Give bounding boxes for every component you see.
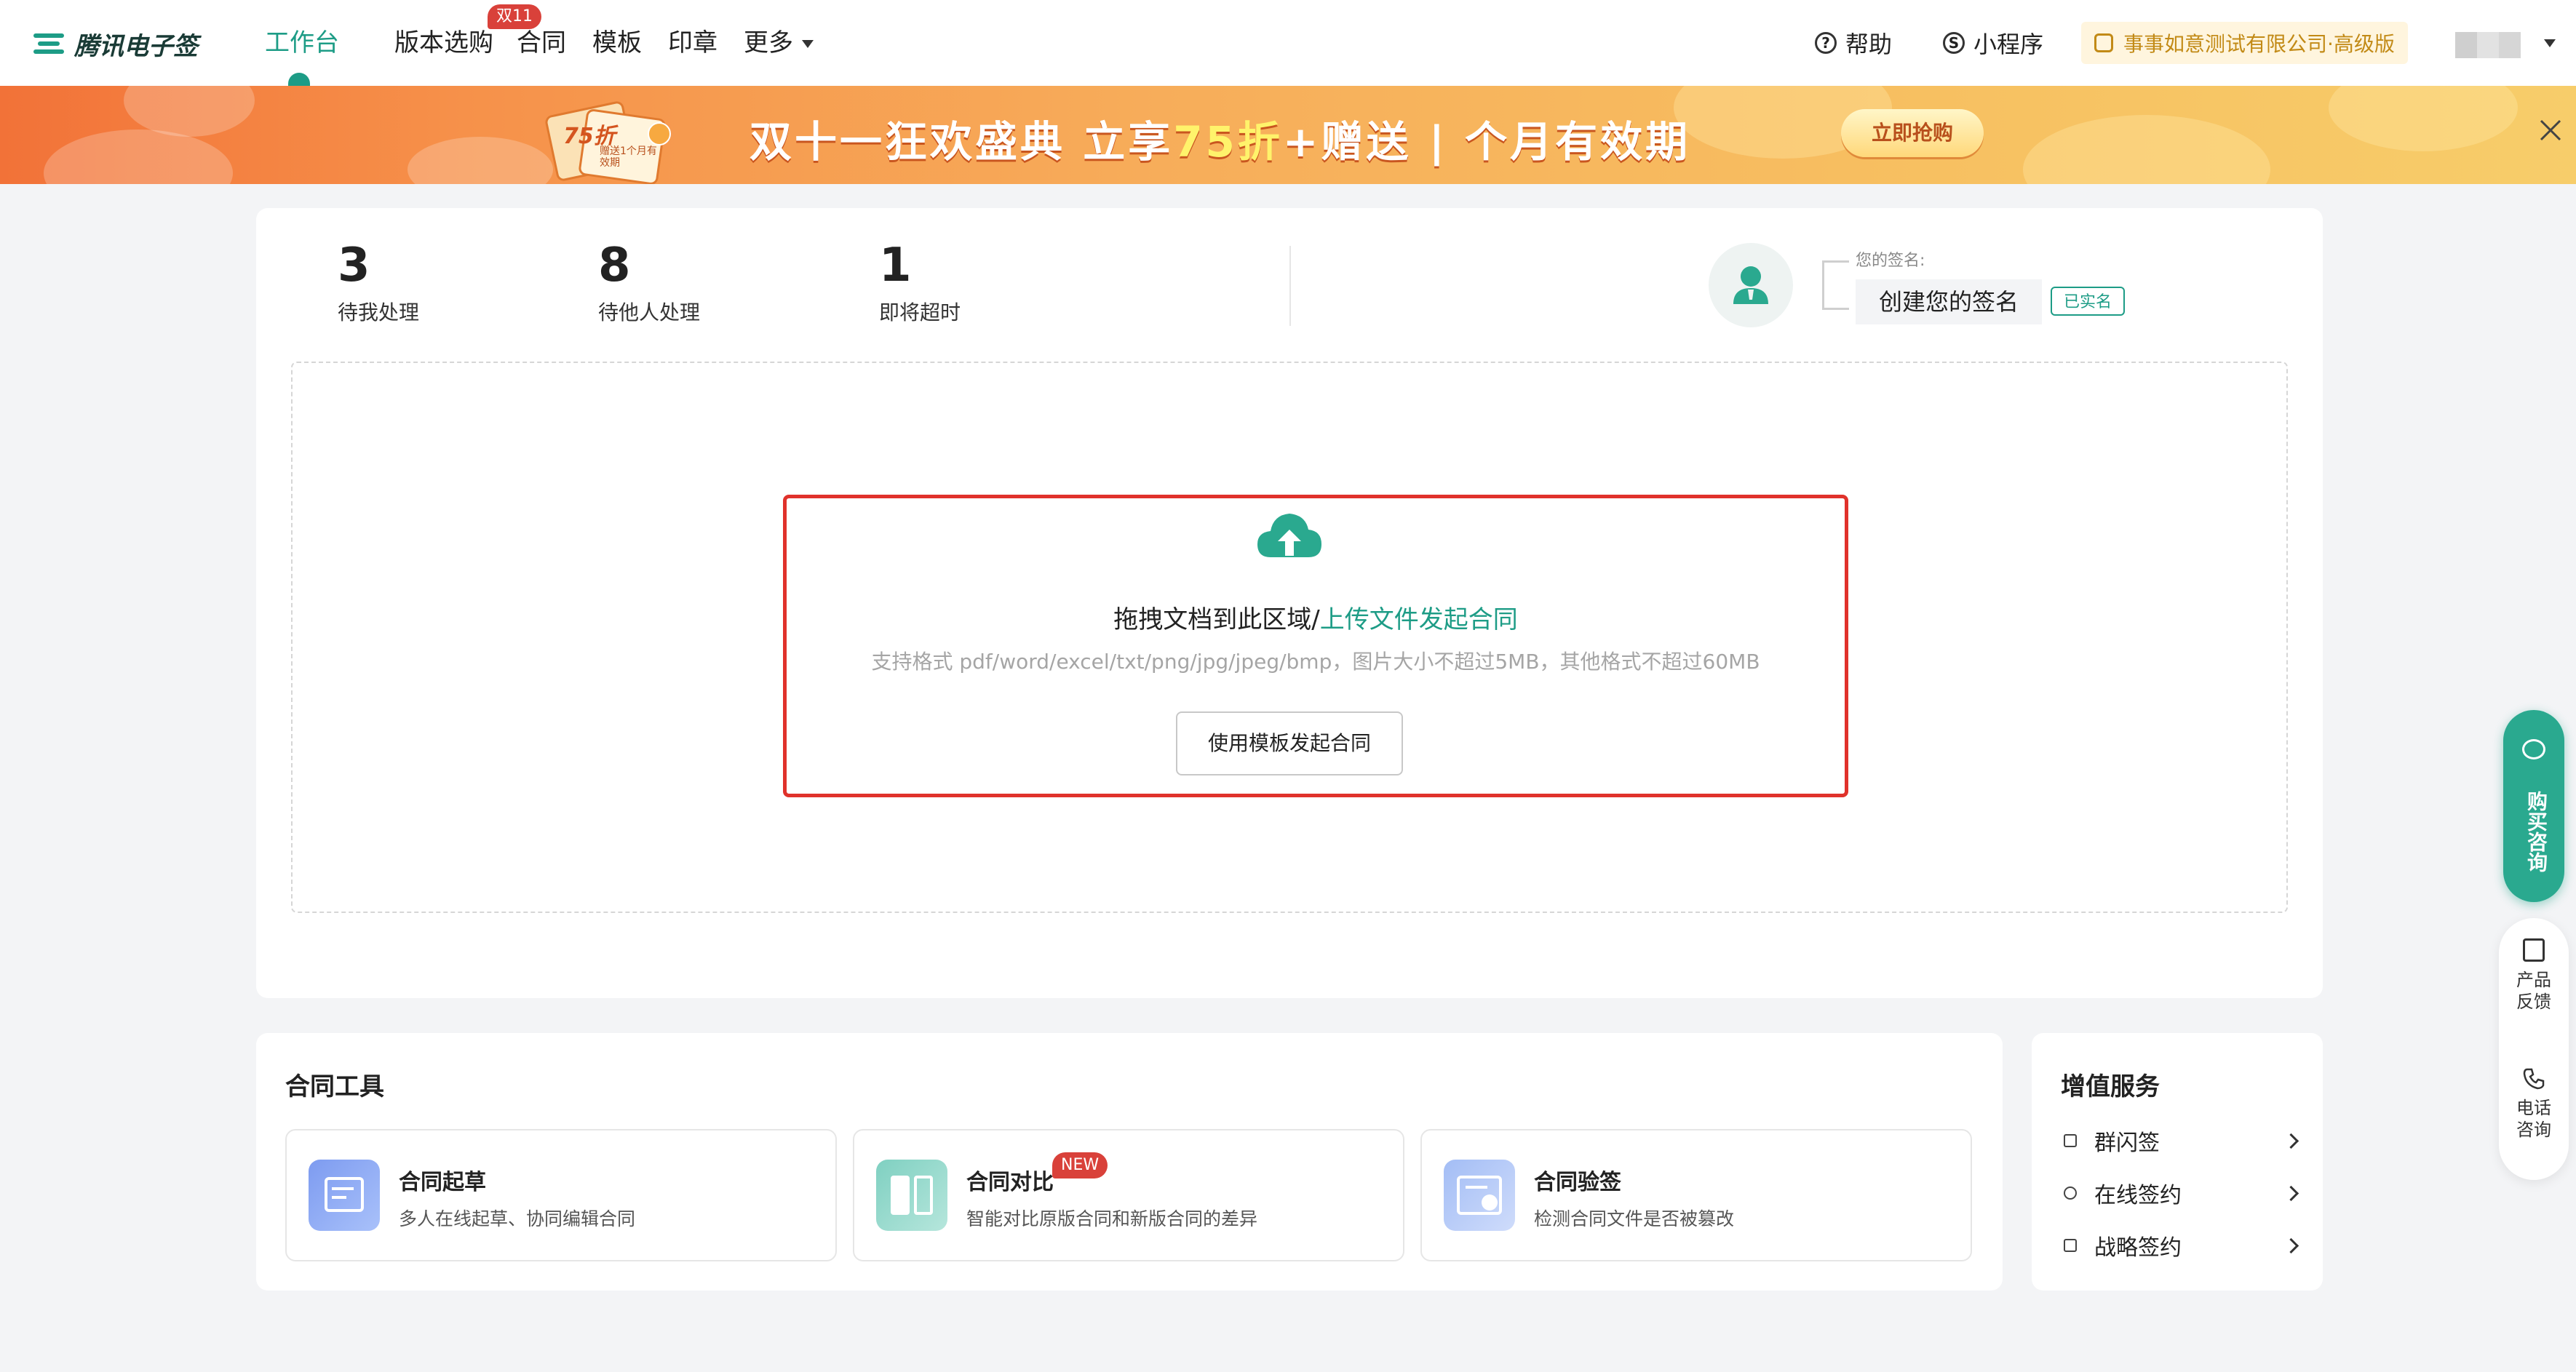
stat-label: 待他人处理	[598, 300, 701, 324]
miniprogram-icon: S	[1943, 32, 1965, 54]
upload-title: 拖拽文档到此区域/上传文件发起合同	[783, 599, 1848, 635]
tool-contract-draft[interactable]: 合同起草 多人在线起草、协同编辑合同	[285, 1129, 837, 1261]
help-label: 帮助	[1845, 31, 1893, 58]
logo-icon	[33, 31, 64, 57]
chevron-right-icon	[2283, 1133, 2299, 1149]
help-link[interactable]: ? 帮助	[1815, 26, 1892, 60]
verify-icon	[1444, 1160, 1515, 1231]
phone-label: 电话咨询	[2516, 1098, 2551, 1140]
nav-more-label: 更多	[744, 28, 793, 57]
double11-badge: 双11	[488, 4, 541, 29]
chevron-right-icon	[2283, 1185, 2299, 1201]
phone-icon	[2523, 1068, 2545, 1090]
miniprogram-label: 小程序	[1973, 31, 2044, 58]
user-icon	[1733, 266, 1768, 304]
compare-icon	[876, 1160, 947, 1231]
chat-bubble-icon	[2522, 739, 2545, 759]
company-icon	[2094, 33, 2113, 52]
miniprogram-link[interactable]: S 小程序	[1943, 26, 2043, 60]
chevron-right-icon	[2283, 1237, 2299, 1253]
gift-calendar-icon: 75折 赠送1个月有效期	[538, 93, 671, 184]
tool-contract-verify[interactable]: 合同验签 检测合同文件是否被篡改	[1420, 1129, 1972, 1261]
tool-name: 合同对比	[966, 1170, 1054, 1195]
close-icon[interactable]	[2538, 118, 2563, 143]
stat-expiring[interactable]: 1 即将超时	[879, 240, 961, 326]
user-menu-chevron-icon[interactable]	[2544, 39, 2556, 47]
use-template-button[interactable]: 使用模板发起合同	[1176, 711, 1403, 775]
stat-label: 即将超时	[879, 300, 961, 324]
banner-title-part2: +赠送 | 个月有效期	[1282, 117, 1691, 167]
service-online-signing[interactable]: 在线签约	[2064, 1177, 2299, 1209]
banner-title-highlight: 75折	[1173, 117, 1283, 167]
draft-icon	[309, 1160, 380, 1231]
upload-title-prefix: 拖拽文档到此区域/	[1113, 605, 1320, 634]
nav-workbench[interactable]: 工作台	[265, 26, 339, 60]
divider	[1289, 246, 1291, 326]
stat-pending-others[interactable]: 8 待他人处理	[598, 240, 700, 326]
company-switcher[interactable]: 事事如意测试有限公司·高级版	[2081, 22, 2408, 64]
stat-value: 8	[598, 239, 631, 292]
nav-more[interactable]: 更多	[744, 26, 814, 60]
create-signature-button[interactable]: 创建您的签名	[1856, 279, 2042, 324]
new-badge: NEW	[1052, 1152, 1108, 1178]
phone-consult-button[interactable]: 电话咨询	[2499, 1066, 2569, 1141]
service-label: 在线签约	[2094, 1183, 2182, 1208]
online-sign-icon	[2064, 1186, 2077, 1200]
tool-desc: 检测合同文件是否被篡改	[1534, 1208, 1735, 1229]
feedback-label: 产品反馈	[2516, 970, 2551, 1012]
tool-desc: 智能对比原版合同和新版合同的差异	[966, 1208, 1258, 1229]
user-avatar[interactable]	[2455, 32, 2521, 58]
stat-pending-me[interactable]: 3 待我处理	[338, 240, 419, 326]
upload-file-link[interactable]: 上传文件发起合同	[1320, 605, 1518, 634]
purchase-consult-button[interactable]: 购买咨询	[2503, 710, 2564, 902]
nav-seal[interactable]: 印章	[668, 26, 717, 60]
nav-version-purchase[interactable]: 版本选购	[394, 26, 493, 60]
side-float-panel: 产品反馈 电话咨询	[2499, 918, 2569, 1180]
nav-contract[interactable]: 合同	[517, 26, 566, 60]
banner-title-part1: 双十一狂欢盛典 立享	[750, 117, 1174, 167]
top-navbar: 腾讯电子签 工作台 版本选购 双11 合同 模板 印章 更多 ? 帮助 S 小程…	[0, 0, 2576, 87]
consult-label: 购买咨询	[2524, 791, 2548, 872]
tool-name: 合同起草	[399, 1170, 486, 1195]
logo-text: 腾讯电子签	[74, 31, 198, 61]
promo-banner[interactable]: 75折 赠送1个月有效期 双十一狂欢盛典 立享75折+赠送 | 个月有效期 立即…	[0, 86, 2576, 184]
contract-tools-title: 合同工具	[285, 1072, 384, 1101]
tool-contract-compare[interactable]: 合同对比 NEW 智能对比原版合同和新版合同的差异	[853, 1129, 1404, 1261]
buy-now-button[interactable]: 立即抢购	[1841, 109, 1984, 157]
tool-name: 合同验签	[1534, 1170, 1621, 1195]
signature-bracket	[1822, 260, 1849, 310]
product-feedback-button[interactable]: 产品反馈	[2499, 938, 2569, 1013]
services-title: 增值服务	[2061, 1072, 2160, 1101]
cloud-upload-icon[interactable]	[1255, 506, 1324, 565]
service-group-flash-sign[interactable]: 群闪签	[2064, 1125, 2299, 1157]
profile-avatar[interactable]	[1709, 243, 1793, 327]
stat-value: 1	[879, 239, 912, 292]
company-name: 事事如意测试有限公司·高级版	[2123, 32, 2395, 56]
tool-desc: 多人在线起草、协同编辑合同	[399, 1208, 636, 1229]
service-label: 群闪签	[2094, 1130, 2160, 1156]
group-flash-icon	[2064, 1134, 2077, 1147]
help-icon: ?	[1815, 32, 1837, 54]
edit-icon	[2523, 938, 2545, 962]
stat-value: 3	[338, 239, 370, 292]
signature-label: 您的签名:	[1856, 252, 1925, 270]
nav-template[interactable]: 模板	[592, 26, 642, 60]
service-strategic-signing[interactable]: 战略签约	[2064, 1229, 2299, 1261]
logo[interactable]: 腾讯电子签	[33, 26, 198, 61]
gift-sub: 赠送1个月有效期	[600, 145, 657, 169]
stat-label: 待我处理	[338, 300, 420, 324]
verified-badge: 已实名	[2051, 287, 2125, 316]
strategic-sign-icon	[2064, 1239, 2077, 1252]
service-label: 战略签约	[2094, 1235, 2182, 1261]
chevron-down-icon	[802, 40, 814, 48]
upload-format-hint: 支持格式 pdf/word/excel/txt/png/jpg/jpeg/bmp…	[871, 650, 1760, 674]
banner-title: 双十一狂欢盛典 立享75折+赠送 | 个月有效期	[750, 108, 1690, 169]
active-indicator	[288, 73, 310, 86]
